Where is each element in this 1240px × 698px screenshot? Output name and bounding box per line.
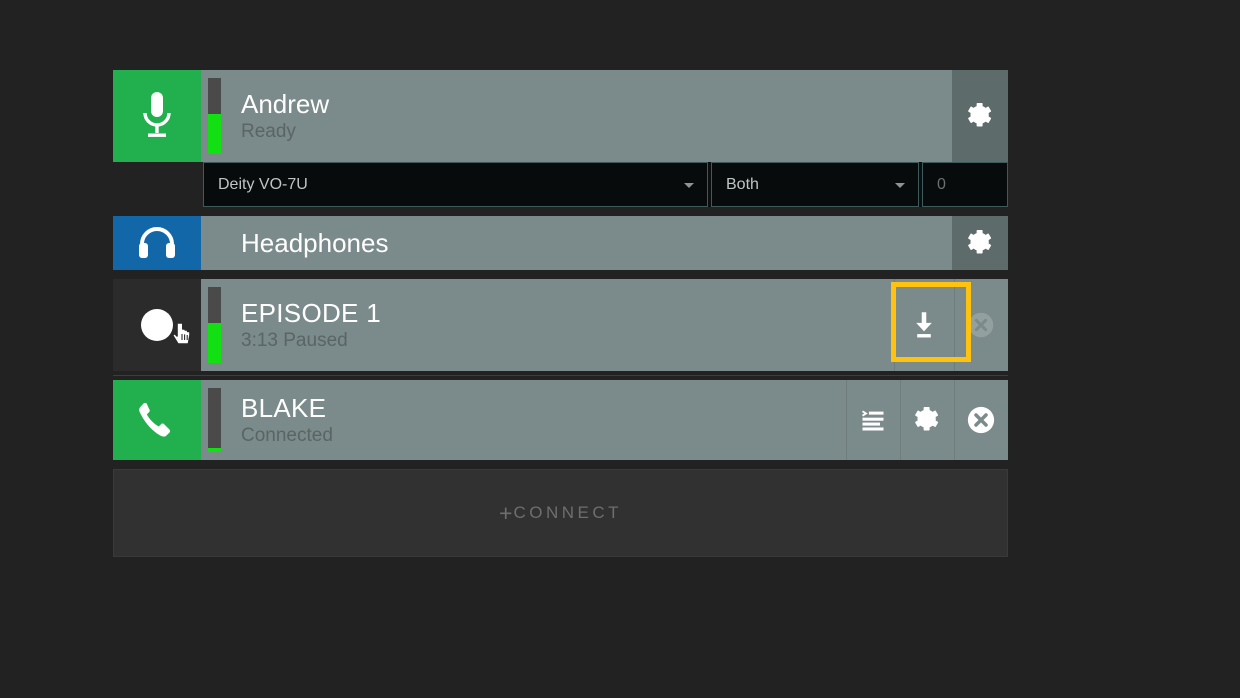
channel-row-headphones[interactable]: Headphones — [113, 216, 1008, 270]
settings-button-blake[interactable] — [900, 380, 954, 460]
gear-icon — [968, 230, 992, 254]
channel-labels-headphones: Headphones — [221, 216, 952, 270]
record-button[interactable] — [113, 279, 201, 371]
channel-title: EPISODE 1 — [241, 298, 381, 328]
channel-select-value: Both — [726, 175, 759, 193]
download-icon — [916, 312, 932, 338]
download-button[interactable] — [894, 279, 954, 371]
channel-labels-mic: Andrew Ready — [221, 70, 952, 162]
record-dot-icon — [141, 309, 173, 341]
log-icon — [862, 410, 884, 431]
connect-button-label: CONNECT — [513, 503, 622, 522]
channel-status: 3:13 Paused — [241, 330, 348, 351]
settings-button-headphones[interactable] — [952, 216, 1008, 270]
channel-labels-episode: EPISODE 1 3:13 Paused — [221, 279, 894, 371]
connect-button[interactable]: + CONNECT — [113, 469, 1008, 557]
mixer-panel: Andrew Ready Deity VO-7U Both 0 Headphon… — [113, 70, 1008, 557]
phone-icon — [139, 402, 171, 437]
chevron-down-icon — [895, 182, 905, 188]
channel-title: Andrew — [241, 89, 330, 119]
device-select-value: Deity VO-7U — [218, 175, 308, 193]
headphones-icon-button[interactable] — [113, 216, 201, 270]
phone-icon-button[interactable] — [113, 380, 201, 460]
level-meter-blake — [208, 388, 221, 452]
close-button-episode[interactable] — [954, 279, 1008, 371]
headphones-icon — [139, 227, 175, 258]
gain-input-value: 0 — [937, 175, 946, 193]
device-select-strip: Deity VO-7U Both 0 — [203, 162, 1008, 207]
gain-input[interactable]: 0 — [922, 162, 1008, 207]
channel-status: Ready — [241, 121, 296, 142]
close-button-blake[interactable] — [954, 380, 1008, 460]
channel-title: Headphones — [241, 228, 389, 258]
chevron-down-icon — [684, 182, 694, 188]
channel-select[interactable]: Both — [711, 162, 919, 207]
row-divider — [113, 371, 1008, 380]
device-select[interactable]: Deity VO-7U — [203, 162, 708, 207]
close-icon — [967, 406, 995, 434]
channel-title: BLAKE — [241, 393, 327, 423]
log-button-blake[interactable] — [846, 380, 900, 460]
channel-labels-blake: BLAKE Connected — [221, 380, 846, 460]
settings-button-mic[interactable] — [952, 70, 1008, 162]
channel-row-blake[interactable]: BLAKE Connected — [113, 380, 1008, 460]
plus-icon: + — [499, 499, 513, 526]
microphone-icon-button[interactable] — [113, 70, 201, 162]
channel-status: Connected — [241, 425, 333, 446]
level-meter-episode — [208, 287, 221, 363]
gear-icon — [915, 407, 939, 431]
microphone-icon — [143, 92, 171, 137]
close-icon — [968, 312, 994, 338]
channel-row-episode[interactable]: EPISODE 1 3:13 Paused — [113, 279, 1008, 371]
pointing-hand-cursor — [171, 322, 191, 345]
channel-row-mic[interactable]: Andrew Ready — [113, 70, 1008, 162]
level-meter-mic — [208, 78, 221, 154]
gear-icon — [968, 103, 992, 127]
